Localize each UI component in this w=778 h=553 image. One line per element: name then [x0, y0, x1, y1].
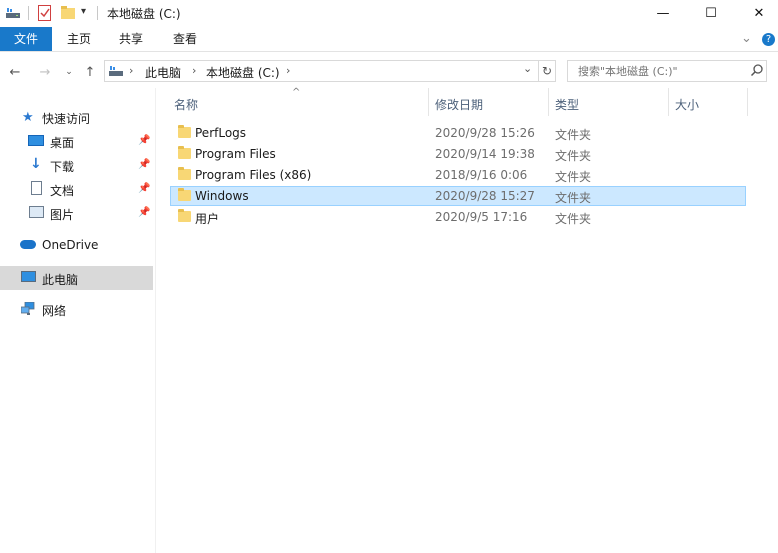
nav-label: OneDrive	[42, 238, 99, 252]
nav-item-downloads[interactable]: ↓ 下载 📌	[0, 154, 153, 176]
recent-locations-chevron-icon[interactable]: ⌄	[60, 62, 78, 82]
file-type: 文件夹	[555, 212, 592, 226]
sort-ascending-icon: ^	[292, 87, 301, 98]
download-arrow-icon: ↓	[30, 156, 42, 172]
file-modified: 2020/9/5 17:16	[435, 210, 528, 224]
file-row[interactable]: PerfLogs 2020/9/28 15:26 文件夹	[170, 123, 746, 143]
nav-onedrive[interactable]: OneDrive	[0, 234, 153, 256]
folder-icon	[178, 209, 191, 222]
document-icon	[31, 181, 42, 195]
close-button[interactable]: ✕	[736, 0, 778, 26]
column-header-size[interactable]: 大小	[675, 95, 699, 115]
column-header-type[interactable]: 类型	[555, 95, 579, 115]
file-name: Windows	[195, 189, 249, 203]
column-separator[interactable]	[428, 88, 429, 116]
pin-icon[interactable]: 📌	[138, 135, 150, 146]
breadcrumb-chevron-icon[interactable]: ›	[286, 64, 290, 77]
file-row[interactable]: Program Files (x86) 2018/9/16 0:06 文件夹	[170, 165, 746, 185]
minimize-button[interactable]: —	[640, 0, 686, 26]
desktop-icon	[28, 135, 44, 146]
ribbon-expand-chevron-icon[interactable]: ⌄	[741, 31, 752, 46]
tab-view[interactable]: 查看	[164, 27, 206, 51]
file-modified: 2020/9/28 15:27	[435, 189, 535, 203]
folder-icon	[178, 188, 191, 201]
nav-item-documents[interactable]: 文档 📌	[0, 178, 153, 200]
breadcrumb-chevron-icon[interactable]: ›	[129, 64, 133, 77]
up-arrow-icon[interactable]: ↑	[81, 62, 99, 82]
file-name: PerfLogs	[195, 126, 247, 140]
nav-item-pictures[interactable]: 图片 📌	[0, 202, 153, 224]
tab-home[interactable]: 主页	[58, 27, 100, 51]
picture-icon	[29, 206, 44, 218]
back-arrow-icon[interactable]: ←	[6, 62, 24, 82]
file-row-selected[interactable]: Windows 2020/9/28 15:27 文件夹	[170, 186, 746, 206]
pin-icon[interactable]: 📌	[138, 159, 150, 170]
address-drive-icon	[109, 65, 123, 77]
column-separator[interactable]	[668, 88, 669, 116]
customize-toolbar-icon[interactable]: ▾	[81, 6, 86, 17]
address-dropdown-chevron-icon[interactable]: ⌄	[523, 62, 532, 75]
column-header-name[interactable]: 名称	[174, 95, 198, 115]
refresh-icon: ↻	[541, 64, 553, 78]
column-separator[interactable]	[747, 88, 748, 116]
forward-arrow-icon[interactable]: →	[36, 62, 54, 82]
nav-label: 此电脑	[42, 273, 79, 287]
nav-this-pc[interactable]: 此电脑	[0, 266, 153, 290]
search-input[interactable]	[576, 64, 740, 79]
tab-share[interactable]: 共享	[110, 27, 152, 51]
pin-icon[interactable]: 📌	[138, 207, 150, 218]
nav-item-desktop[interactable]: 桌面 📌	[0, 130, 153, 152]
breadcrumb-this-pc[interactable]: 此电脑	[145, 64, 181, 81]
file-name: Program Files (x86)	[195, 168, 312, 182]
pin-icon[interactable]: 📌	[138, 183, 150, 194]
nav-label: 桌面	[50, 136, 75, 150]
nav-label: 文档	[50, 184, 75, 198]
file-modified: 2020/9/14 19:38	[435, 147, 535, 161]
help-icon[interactable]: ?	[762, 33, 775, 46]
file-name: 用户	[195, 212, 220, 226]
file-modified: 2018/9/16 0:06	[435, 168, 528, 182]
window-title: 本地磁盘 (C:)	[107, 7, 181, 21]
refresh-button[interactable]: ↻	[538, 60, 556, 82]
nav-label: 图片	[50, 208, 75, 222]
file-type: 文件夹	[555, 128, 592, 142]
folder-icon	[178, 125, 191, 138]
file-type: 文件夹	[555, 191, 592, 205]
drive-app-icon	[6, 7, 20, 19]
file-row[interactable]: 用户 2020/9/5 17:16 文件夹	[170, 207, 746, 227]
nav-network[interactable]: 网络	[0, 298, 153, 320]
file-type: 文件夹	[555, 170, 592, 184]
network-icon	[20, 301, 36, 315]
properties-icon[interactable]	[38, 5, 52, 21]
breadcrumb-chevron-icon[interactable]: ›	[192, 64, 196, 77]
pane-divider[interactable]	[155, 88, 156, 553]
breadcrumb-local-disk[interactable]: 本地磁盘 (C:)	[206, 64, 280, 81]
folder-icon	[178, 146, 191, 159]
star-icon: ★	[22, 110, 34, 125]
computer-icon	[21, 271, 36, 282]
search-box[interactable]	[567, 60, 767, 82]
title-separator	[28, 6, 29, 20]
file-modified: 2020/9/28 15:26	[435, 126, 535, 140]
file-row[interactable]: Program Files 2020/9/14 19:38 文件夹	[170, 144, 746, 164]
cloud-icon	[20, 240, 36, 249]
nav-label: 网络	[42, 304, 67, 318]
nav-label: 快速访问	[42, 112, 91, 126]
file-name: Program Files	[195, 147, 276, 161]
column-separator[interactable]	[548, 88, 549, 116]
title-separator	[97, 6, 98, 20]
tab-file[interactable]: 文件	[0, 27, 52, 51]
search-icon[interactable]	[750, 63, 764, 77]
column-header-modified[interactable]: 修改日期	[435, 95, 483, 115]
new-folder-icon[interactable]	[61, 6, 75, 19]
file-type: 文件夹	[555, 149, 592, 163]
maximize-button[interactable]: ☐	[688, 0, 734, 26]
folder-icon	[178, 167, 191, 180]
nav-quick-access[interactable]: ★ 快速访问	[0, 106, 153, 128]
nav-label: 下载	[50, 160, 75, 174]
